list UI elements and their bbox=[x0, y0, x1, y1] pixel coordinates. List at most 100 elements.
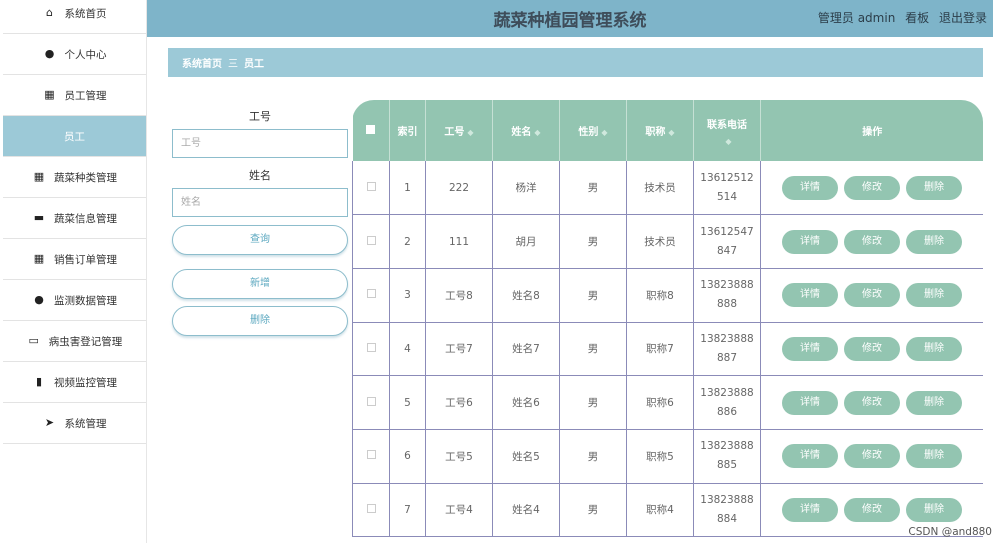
name-label: 姓名 bbox=[249, 169, 271, 182]
cell-index: 3 bbox=[389, 268, 426, 323]
row-checkbox[interactable] bbox=[366, 450, 376, 460]
row-checkbox[interactable] bbox=[366, 289, 376, 299]
sidebar-item-label: 销售订单管理 bbox=[54, 253, 117, 266]
current-user: 管理员 admin bbox=[817, 11, 896, 25]
delete-button[interactable]: 删除 bbox=[172, 306, 348, 336]
sidebar-item[interactable]: ⌂ 系统首页 bbox=[3, 0, 146, 34]
sidebar-item[interactable]: ▦ 蔬菜种类管理 bbox=[3, 157, 146, 198]
cell-actions: 详情 修改 删除 bbox=[760, 375, 983, 430]
detail-button[interactable]: 详情 bbox=[782, 283, 838, 308]
edit-button[interactable]: 修改 bbox=[844, 229, 900, 254]
row-delete-button[interactable]: 删除 bbox=[906, 497, 962, 522]
sort-icon[interactable]: ◆ bbox=[697, 137, 760, 146]
edit-button[interactable]: 修改 bbox=[844, 175, 900, 200]
detail-button[interactable]: 详情 bbox=[782, 336, 838, 361]
sidebar-item[interactable]: ▭ 病虫害登记管理 bbox=[3, 321, 146, 362]
table-row: 5 工号6 姓名6 男职称6 13823888 886 详情 修改 删除 bbox=[352, 375, 983, 430]
cell-employee-id: 111 bbox=[425, 214, 493, 269]
column-header-employee-id[interactable]: 工号 ◆ bbox=[425, 100, 493, 161]
cell-index: 4 bbox=[389, 322, 426, 377]
add-button[interactable]: 新增 bbox=[172, 269, 348, 299]
row-delete-button[interactable]: 删除 bbox=[906, 444, 962, 469]
cell-employee-id: 工号6 bbox=[425, 375, 493, 430]
column-header-name[interactable]: 姓名 ◆ bbox=[492, 100, 560, 161]
row-delete-button[interactable]: 删除 bbox=[906, 283, 962, 308]
cell-employee-id: 工号8 bbox=[425, 268, 493, 323]
employee-id-input[interactable] bbox=[172, 129, 348, 158]
cell-name: 杨洋 bbox=[492, 161, 560, 216]
cell-title: 职称5 bbox=[626, 429, 694, 484]
query-button[interactable]: 查询 bbox=[172, 225, 348, 255]
detail-button[interactable]: 详情 bbox=[782, 229, 838, 254]
edit-button[interactable]: 修改 bbox=[844, 390, 900, 415]
row-select-cell bbox=[352, 214, 390, 269]
cell-phone: 13823888 885 bbox=[693, 429, 761, 484]
sidebar-item[interactable]: ➤ 系统管理 bbox=[3, 403, 146, 444]
detail-button[interactable]: 详情 bbox=[782, 497, 838, 522]
table-row: 3 工号8 姓名8 男职称8 13823888 888 详情 修改 删除 bbox=[352, 268, 983, 323]
sidebar-item-label: 监测数据管理 bbox=[54, 294, 117, 307]
row-delete-button[interactable]: 删除 bbox=[906, 229, 962, 254]
row-delete-button[interactable]: 删除 bbox=[906, 336, 962, 361]
sidebar-item[interactable]: ▮ 视频监控管理 bbox=[3, 362, 146, 403]
dashboard-link[interactable]: 看板 bbox=[905, 11, 929, 25]
sidebar-item[interactable]: ● 个人中心 bbox=[3, 34, 146, 75]
cell-title: 技术员 bbox=[626, 214, 694, 269]
film-icon: ▮ bbox=[35, 375, 43, 388]
employee-id-label: 工号 bbox=[249, 110, 271, 123]
sidebar-item-label: 个人中心 bbox=[64, 48, 107, 61]
sort-icon[interactable]: ◆ bbox=[467, 128, 473, 137]
column-header-gender[interactable]: 性别 ◆ bbox=[559, 100, 627, 161]
cell-title: 职称4 bbox=[626, 483, 694, 538]
sidebar-item[interactable]: ▦ 销售订单管理 bbox=[3, 239, 146, 280]
sidebar-item[interactable]: ▦ 员工管理 bbox=[3, 75, 146, 116]
select-all-header bbox=[352, 100, 390, 161]
edit-button[interactable]: 修改 bbox=[844, 283, 900, 308]
column-header-title[interactable]: 职称 ◆ bbox=[626, 100, 694, 161]
table-header-row: 索引 工号 ◆ 姓名 ◆ 性别 ◆ 职称 ◆ 联系电话 ◆ 操作 bbox=[352, 100, 983, 161]
edit-button[interactable]: 修改 bbox=[844, 444, 900, 469]
logout-link[interactable]: 退出登录 bbox=[939, 11, 987, 25]
sort-icon[interactable]: ◆ bbox=[534, 128, 540, 137]
cell-name: 姓名6 bbox=[492, 375, 560, 430]
sort-icon[interactable]: ◆ bbox=[601, 128, 607, 137]
detail-button[interactable]: 详情 bbox=[782, 444, 838, 469]
row-checkbox[interactable] bbox=[366, 503, 376, 513]
row-checkbox[interactable] bbox=[366, 396, 376, 406]
grid-icon: ▦ bbox=[44, 88, 55, 101]
row-delete-button[interactable]: 删除 bbox=[906, 390, 962, 415]
column-header-phone[interactable]: 联系电话 ◆ bbox=[693, 100, 761, 161]
sidebar-item[interactable]: ▬ 蔬菜信息管理 bbox=[3, 198, 146, 239]
detail-button[interactable]: 详情 bbox=[782, 175, 838, 200]
breadcrumb: 系统首页 三 员工 bbox=[168, 48, 983, 77]
sidebar-item[interactable]: ● 监测数据管理 bbox=[3, 280, 146, 321]
row-checkbox[interactable] bbox=[366, 342, 376, 352]
cell-employee-id: 工号5 bbox=[425, 429, 493, 484]
home-icon: ⌂ bbox=[46, 6, 53, 19]
cell-phone: 13823888 884 bbox=[693, 483, 761, 538]
sidebar-item-label: 蔬菜种类管理 bbox=[54, 171, 117, 184]
edit-button[interactable]: 修改 bbox=[844, 497, 900, 522]
user-icon: ● bbox=[44, 47, 55, 60]
row-checkbox[interactable] bbox=[366, 181, 376, 191]
sort-icon[interactable]: ◆ bbox=[668, 128, 674, 137]
cell-actions: 详情 修改 删除 bbox=[760, 161, 983, 216]
edit-button[interactable]: 修改 bbox=[844, 336, 900, 361]
cell-phone: 13612512 514 bbox=[693, 161, 761, 216]
sidebar-item-label: 系统首页 bbox=[64, 7, 107, 20]
cell-employee-id: 工号7 bbox=[425, 322, 493, 377]
sidebar-item[interactable]: 员工 bbox=[3, 116, 146, 157]
cell-gender: 男 bbox=[559, 268, 627, 323]
detail-button[interactable]: 详情 bbox=[782, 390, 838, 415]
name-input[interactable] bbox=[172, 188, 348, 217]
row-select-cell bbox=[352, 483, 390, 538]
row-delete-button[interactable]: 删除 bbox=[906, 175, 962, 200]
send-icon: ➤ bbox=[44, 416, 55, 429]
table-row: 2 111 胡月男技术员 13612547 847 详情 修改 删除 bbox=[352, 214, 983, 269]
row-checkbox[interactable] bbox=[366, 235, 376, 245]
select-all-checkbox[interactable] bbox=[366, 124, 376, 134]
breadcrumb-home[interactable]: 系统首页 bbox=[182, 55, 222, 70]
row-select-cell bbox=[352, 322, 390, 377]
column-header-index: 索引 bbox=[389, 100, 426, 161]
grid-icon: ▦ bbox=[33, 252, 45, 265]
